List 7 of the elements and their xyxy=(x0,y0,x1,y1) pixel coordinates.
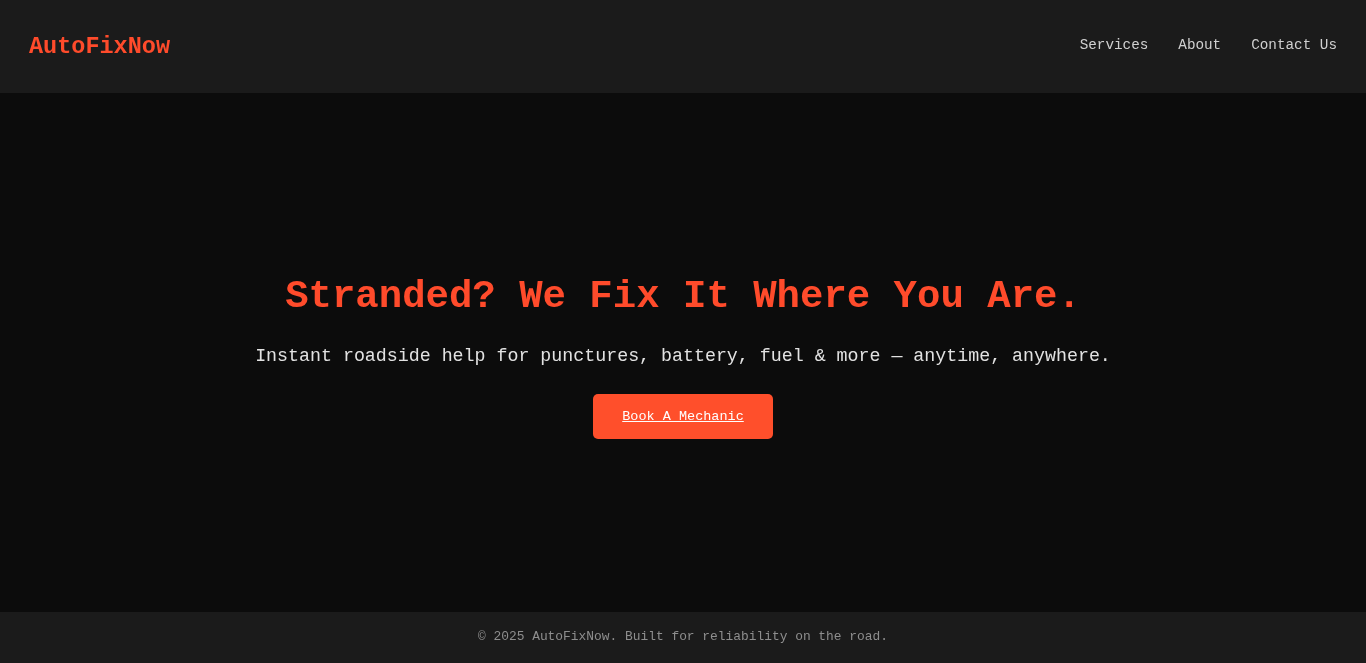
nav-link[interactable]: Services xyxy=(1079,36,1149,53)
copyright-text: © 2025 AutoFixNow. Built for reliability on the road. xyxy=(478,629,888,644)
nav-link[interactable]: About xyxy=(1178,36,1222,53)
site-logo[interactable]: AutoFixNow xyxy=(29,33,171,60)
hero-subtitle: Instant roadside help for punctures, battery, fuel & more — anytime, anywhere. xyxy=(255,345,1111,366)
hero-title: Stranded? We Fix It Where You Are. xyxy=(285,274,1081,319)
nav-link[interactable]: Contact Us xyxy=(1251,36,1337,53)
